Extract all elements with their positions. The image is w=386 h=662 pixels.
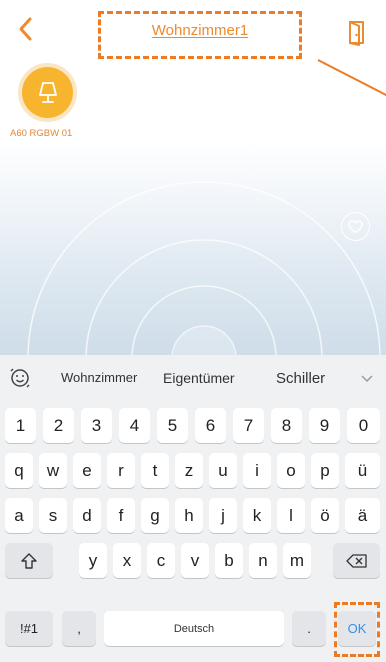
- key-oe[interactable]: ö: [311, 498, 339, 533]
- back-button[interactable]: [14, 14, 38, 44]
- key-v[interactable]: v: [181, 543, 209, 578]
- key-o[interactable]: o: [277, 453, 305, 488]
- key-9[interactable]: 9: [309, 408, 340, 443]
- suggestion-2[interactable]: Eigentümer: [163, 370, 235, 386]
- key-p[interactable]: p: [311, 453, 339, 488]
- key-w[interactable]: w: [39, 453, 67, 488]
- symbols-key[interactable]: !#1: [5, 611, 53, 646]
- key-4[interactable]: 4: [119, 408, 150, 443]
- suggestion-1[interactable]: Wohnzimmer: [61, 370, 137, 385]
- key-ue[interactable]: ü: [345, 453, 380, 488]
- key-a[interactable]: a: [5, 498, 33, 533]
- key-d[interactable]: d: [73, 498, 101, 533]
- header: Wohnzimmer1: [0, 0, 386, 60]
- keyboard: Wohnzimmer Eigentümer Schiller 1 2 3 4 5…: [0, 355, 386, 662]
- key-y[interactable]: y: [79, 543, 107, 578]
- key-8[interactable]: 8: [271, 408, 302, 443]
- expand-suggestions-button[interactable]: [359, 370, 375, 386]
- key-u[interactable]: u: [209, 453, 237, 488]
- emoji-icon: [10, 368, 30, 388]
- title-highlight: Wohnzimmer1: [98, 11, 302, 59]
- key-ae[interactable]: ä: [345, 498, 380, 533]
- chevron-left-icon: [19, 17, 32, 41]
- key-e[interactable]: e: [73, 453, 101, 488]
- space-key[interactable]: Deutsch: [104, 611, 284, 646]
- key-1[interactable]: 1: [5, 408, 36, 443]
- key-h[interactable]: h: [175, 498, 203, 533]
- suggestion-3[interactable]: Schiller: [276, 370, 325, 387]
- key-c[interactable]: c: [147, 543, 175, 578]
- ok-button[interactable]: OK: [338, 611, 376, 646]
- key-3[interactable]: 3: [81, 408, 112, 443]
- door-icon: [349, 21, 364, 46]
- key-x[interactable]: x: [113, 543, 141, 578]
- backspace-key[interactable]: [333, 543, 380, 578]
- room-title[interactable]: Wohnzimmer1: [152, 22, 248, 39]
- device-circle[interactable]: [22, 67, 73, 118]
- period-key[interactable]: .: [292, 611, 326, 646]
- chevron-down-icon: [361, 375, 373, 382]
- color-picker-area[interactable]: [0, 140, 386, 355]
- shift-icon: [21, 552, 37, 569]
- key-l[interactable]: l: [277, 498, 305, 533]
- shift-key[interactable]: [5, 543, 53, 578]
- key-m[interactable]: m: [283, 543, 311, 578]
- room-button[interactable]: [346, 20, 368, 46]
- emoji-button[interactable]: [8, 366, 32, 390]
- key-2[interactable]: 2: [43, 408, 74, 443]
- key-s[interactable]: s: [39, 498, 67, 533]
- heart-icon: [348, 219, 363, 233]
- app-screen: Wohnzimmer1 A60 RGBW 01 Wohnzimmer Eigen…: [0, 0, 386, 662]
- key-t[interactable]: t: [141, 453, 169, 488]
- device-item[interactable]: A60 RGBW 01: [10, 67, 102, 139]
- favorite-button[interactable]: [341, 212, 370, 241]
- key-6[interactable]: 6: [195, 408, 226, 443]
- key-f[interactable]: f: [107, 498, 135, 533]
- key-b[interactable]: b: [215, 543, 243, 578]
- key-i[interactable]: i: [243, 453, 271, 488]
- suggestion-bar: Wohnzimmer Eigentümer Schiller: [0, 355, 386, 401]
- lamp-icon: [38, 81, 57, 103]
- key-j[interactable]: j: [209, 498, 237, 533]
- key-r[interactable]: r: [107, 453, 135, 488]
- key-7[interactable]: 7: [233, 408, 264, 443]
- backspace-icon: [345, 553, 367, 568]
- key-n[interactable]: n: [249, 543, 277, 578]
- device-label: A60 RGBW 01: [10, 128, 73, 139]
- comma-key[interactable]: ,: [62, 611, 96, 646]
- key-0[interactable]: 0: [347, 408, 380, 443]
- key-k[interactable]: k: [243, 498, 271, 533]
- key-z[interactable]: z: [175, 453, 203, 488]
- key-g[interactable]: g: [141, 498, 169, 533]
- key-5[interactable]: 5: [157, 408, 188, 443]
- key-q[interactable]: q: [5, 453, 33, 488]
